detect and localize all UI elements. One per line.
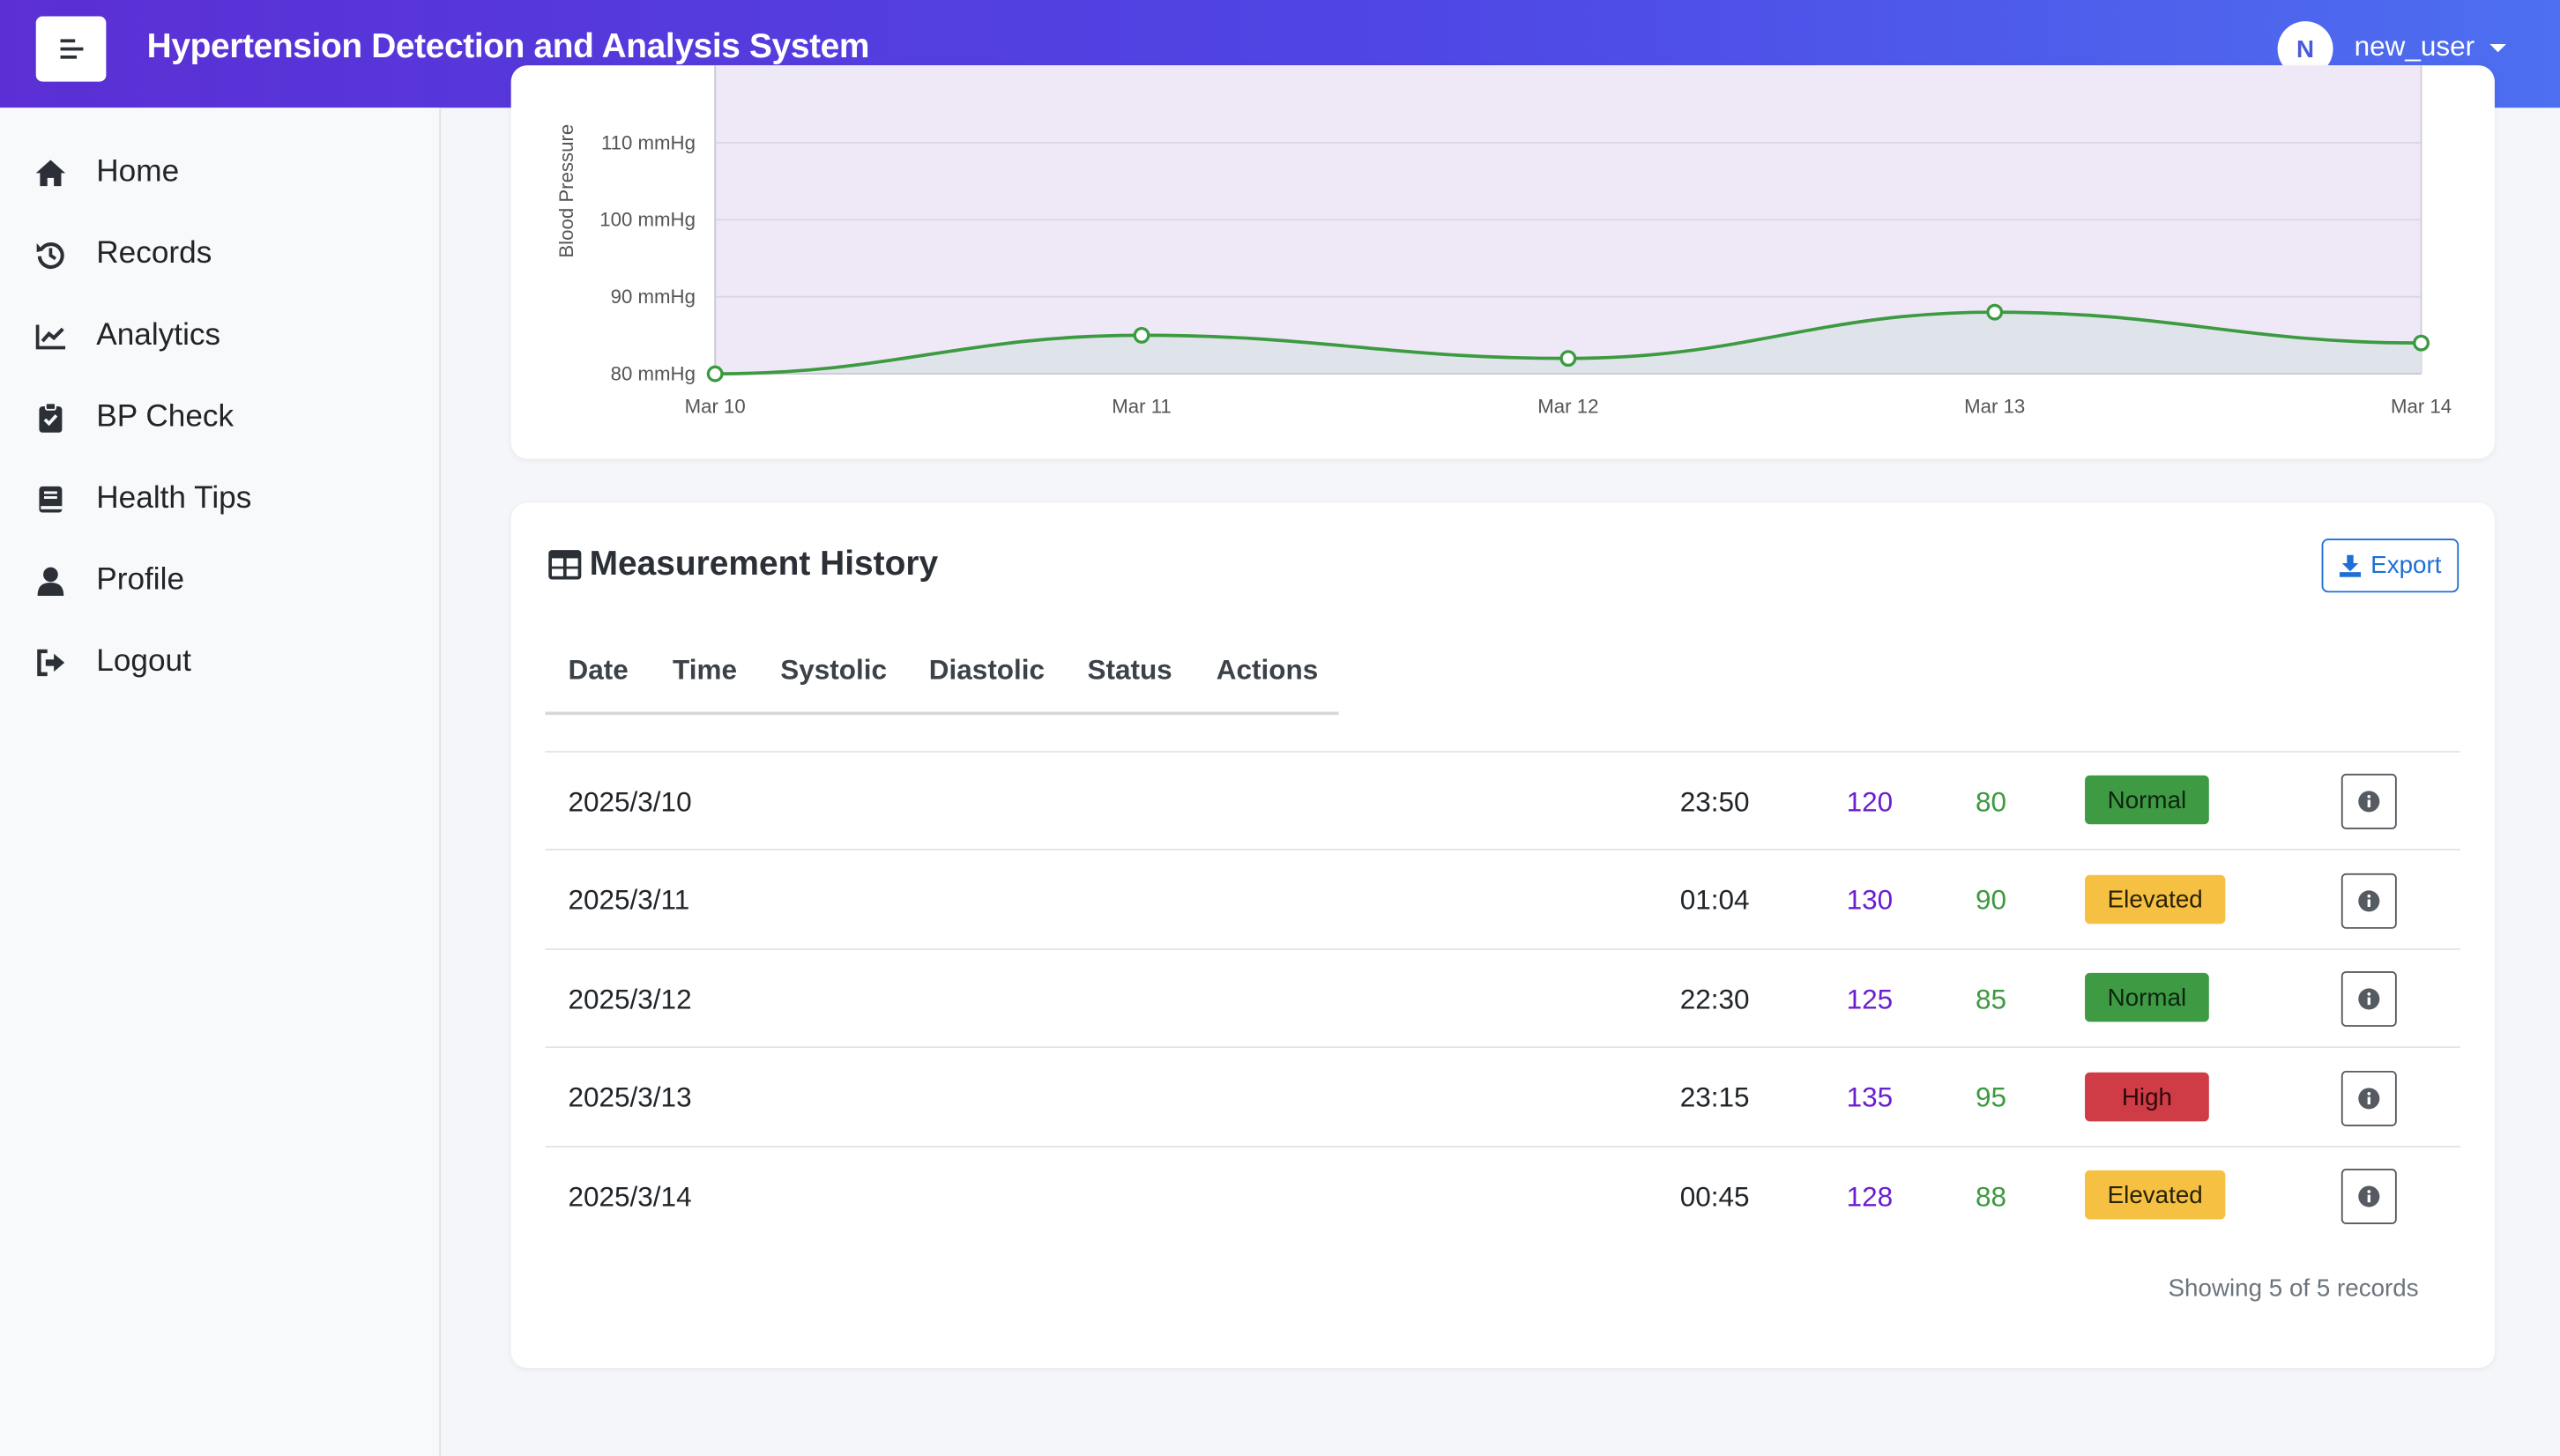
cell-systolic: 125 bbox=[1846, 984, 1894, 1015]
history-title: Measurement History bbox=[589, 545, 939, 583]
menu-icon bbox=[59, 39, 83, 59]
row-divider bbox=[545, 750, 2461, 753]
menu-toggle-button[interactable] bbox=[35, 16, 107, 82]
sidebar-item-label: Logout bbox=[96, 644, 191, 680]
export-label: Export bbox=[2370, 551, 2442, 580]
status-badge: Elevated bbox=[2085, 1170, 2226, 1220]
cell-diastolic: 90 bbox=[1975, 884, 2007, 916]
cell-diastolic: 88 bbox=[1975, 1181, 2007, 1214]
sidebar-item-label: Records bbox=[96, 236, 212, 271]
data-point bbox=[706, 365, 724, 383]
y-tick-label: 90 mmHg bbox=[611, 286, 696, 308]
status-badge: Normal bbox=[2085, 972, 2209, 1022]
sidebar: Home Records Analytics BP Check Health T… bbox=[0, 108, 442, 1456]
sidebar-item-label: Home bbox=[96, 154, 180, 189]
clipboard-check-icon bbox=[39, 402, 63, 433]
cell-systolic: 120 bbox=[1846, 786, 1894, 818]
column-header-time[interactable]: Time bbox=[673, 655, 737, 687]
column-header-systolic[interactable]: Systolic bbox=[780, 655, 887, 687]
column-header-date[interactable]: Date bbox=[569, 655, 629, 687]
column-header-diastolic[interactable]: Diastolic bbox=[929, 655, 1045, 687]
cell-systolic: 130 bbox=[1846, 884, 1894, 916]
sidebar-item-bp-check[interactable]: BP Check bbox=[0, 385, 439, 450]
user-menu-name[interactable]: new_user bbox=[2355, 31, 2475, 63]
y-axis-label: Blood Pressure bbox=[555, 124, 577, 258]
x-tick-label: Mar 13 bbox=[1964, 396, 2025, 418]
data-point bbox=[2413, 334, 2430, 352]
cell-diastolic: 95 bbox=[1975, 1081, 2007, 1114]
cell-systolic: 128 bbox=[1846, 1181, 1894, 1214]
x-tick-label: Mar 10 bbox=[685, 396, 746, 418]
data-point bbox=[1986, 303, 2004, 321]
cell-time: 01:04 bbox=[1679, 884, 1750, 916]
sidebar-item-label: Health Tips bbox=[96, 481, 252, 516]
book-icon bbox=[39, 486, 63, 513]
cell-time: 23:15 bbox=[1679, 1081, 1750, 1114]
export-button[interactable]: Export bbox=[2321, 539, 2460, 593]
column-header-actions: Actions bbox=[1216, 654, 1319, 686]
sidebar-item-logout[interactable]: Logout bbox=[0, 630, 439, 695]
row-divider bbox=[545, 1046, 2461, 1049]
cell-time: 23:50 bbox=[1679, 786, 1750, 818]
cell-date: 2025/3/10 bbox=[568, 786, 692, 818]
table-icon bbox=[548, 550, 582, 580]
blood-pressure-chart: 80 mmHg 90 mmHg 100 mmHg 110 mmHg Blood Pres… bbox=[555, 65, 2452, 418]
info-circle-icon bbox=[2358, 1088, 2380, 1110]
sidebar-item-home[interactable]: Home bbox=[0, 140, 439, 205]
status-badge: Elevated bbox=[2085, 874, 2226, 925]
y-tick-label: 80 mmHg bbox=[611, 363, 696, 385]
row-details-button[interactable] bbox=[2340, 773, 2397, 829]
cell-date: 2025/3/12 bbox=[568, 984, 692, 1015]
row-divider bbox=[545, 948, 2461, 950]
cell-date: 2025/3/13 bbox=[568, 1081, 692, 1114]
data-point bbox=[1133, 326, 1150, 344]
row-details-button[interactable] bbox=[2340, 1169, 2397, 1225]
cell-date: 2025/3/11 bbox=[568, 884, 690, 916]
app-title: Hypertension Detection and Analysis Syst… bbox=[146, 27, 870, 66]
row-divider bbox=[545, 1146, 2461, 1148]
x-tick-label: Mar 12 bbox=[1537, 396, 1598, 418]
row-details-button[interactable] bbox=[2340, 1070, 2397, 1126]
column-header-status[interactable]: Status bbox=[1087, 655, 1172, 687]
sidebar-item-health-tips[interactable]: Health Tips bbox=[0, 467, 439, 532]
history-icon bbox=[36, 242, 64, 269]
table-header-divider bbox=[545, 711, 1339, 716]
measurement-history-card: Measurement History Export Date Time Sys… bbox=[510, 502, 2495, 1369]
sidebar-item-label: BP Check bbox=[96, 399, 234, 435]
cell-date: 2025/3/14 bbox=[568, 1181, 692, 1214]
cell-time: 00:45 bbox=[1679, 1181, 1750, 1214]
cell-systolic: 135 bbox=[1846, 1081, 1894, 1114]
sidebar-item-profile[interactable]: Profile bbox=[0, 548, 439, 613]
x-tick-label: Mar 11 bbox=[1112, 396, 1172, 418]
info-circle-icon bbox=[2358, 988, 2380, 1010]
caret-down-icon[interactable] bbox=[2489, 44, 2506, 53]
sidebar-item-label: Analytics bbox=[96, 318, 221, 353]
cell-diastolic: 85 bbox=[1975, 984, 2007, 1015]
y-tick-label: 100 mmHg bbox=[599, 209, 696, 231]
sidebar-item-label: Profile bbox=[96, 562, 185, 598]
chart-line-icon bbox=[35, 324, 66, 350]
info-circle-icon bbox=[2358, 890, 2380, 912]
cell-time: 22:30 bbox=[1679, 984, 1750, 1015]
row-details-button[interactable] bbox=[2340, 970, 2397, 1027]
info-circle-icon bbox=[2358, 1185, 2380, 1207]
home-icon bbox=[35, 160, 66, 187]
x-tick-label: Mar 14 bbox=[2391, 396, 2452, 418]
cell-diastolic: 80 bbox=[1975, 786, 2007, 818]
blood-pressure-trend-card: 80 mmHg 90 mmHg 100 mmHg 110 mmHg Blood Pres… bbox=[510, 65, 2495, 459]
record-count-text: Showing 5 of 5 records bbox=[2168, 1274, 2419, 1303]
y-tick-label: 110 mmHg bbox=[601, 131, 696, 153]
user-icon bbox=[37, 567, 64, 596]
status-badge: Normal bbox=[2085, 775, 2209, 825]
sidebar-item-analytics[interactable]: Analytics bbox=[0, 303, 439, 368]
sidebar-item-records[interactable]: Records bbox=[0, 222, 439, 287]
sign-out-icon bbox=[37, 649, 65, 677]
data-point bbox=[1559, 350, 1577, 368]
status-badge: High bbox=[2085, 1072, 2209, 1122]
row-divider bbox=[545, 849, 2461, 851]
info-circle-icon bbox=[2358, 791, 2380, 813]
row-details-button[interactable] bbox=[2340, 873, 2397, 929]
download-icon bbox=[2339, 554, 2362, 577]
